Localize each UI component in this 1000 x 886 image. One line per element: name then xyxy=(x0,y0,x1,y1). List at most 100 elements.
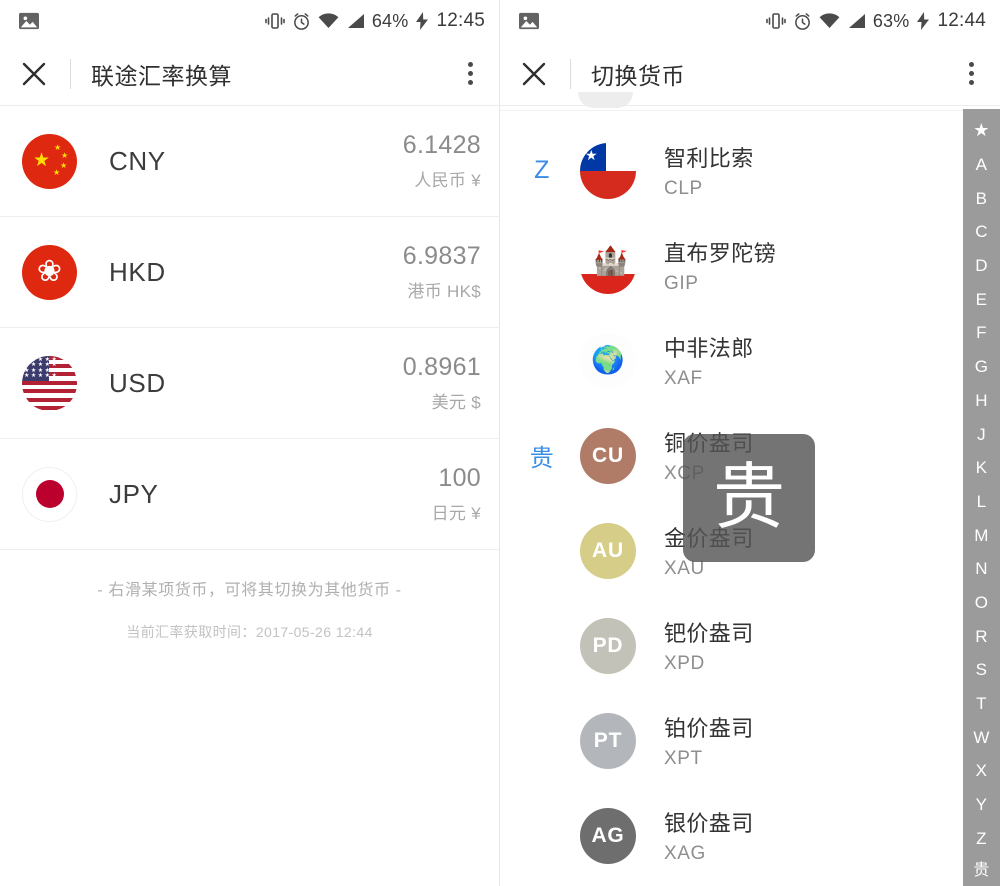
index-item-r[interactable]: R xyxy=(963,628,1000,645)
panel-currency-picker: 63% 12:44 切换货币 Z ★ 智利比索 CLP 🏰 直布罗陀镑 GIP … xyxy=(500,0,1000,886)
currency-name: 美元 $ xyxy=(431,392,481,412)
avatar-initials: PT xyxy=(593,728,623,752)
alarm-icon xyxy=(793,12,812,31)
index-item-star[interactable]: ★ xyxy=(963,121,1000,139)
rate-value: 0.8961 xyxy=(402,353,481,382)
section-toast-overlay: 贵 xyxy=(683,434,815,562)
index-item-z[interactable]: Z xyxy=(963,830,1000,847)
flag-hk-icon: ❀ xyxy=(22,244,77,300)
avatar-au: AU xyxy=(580,522,636,579)
appbar-divider xyxy=(570,58,571,89)
page-title-left: 联途汇率换算 xyxy=(91,62,232,89)
index-item-k[interactable]: K xyxy=(963,459,1000,476)
avatar-cu: CU xyxy=(580,427,636,484)
currency-code: XPD xyxy=(664,653,705,674)
list-item[interactable]: 🏰 直布罗陀镑 GIP xyxy=(500,218,1000,313)
currency-name: 银价盎司 xyxy=(664,811,754,836)
charging-bolt-icon xyxy=(415,12,429,30)
appbar-divider xyxy=(70,58,71,89)
section-header-letter: Z xyxy=(534,156,550,184)
table-row[interactable]: ★ ★ ★ ★ ★ CNY 6.1428 人民币 ¥ xyxy=(0,106,499,217)
currency-code: XPT xyxy=(664,748,703,769)
index-item-j[interactable]: J xyxy=(963,426,1000,443)
index-item-d[interactable]: D xyxy=(963,257,1000,274)
currency-name: 钯价盎司 xyxy=(664,621,754,646)
alphabet-index-bar[interactable]: ★ A B C D E F G H J K L M N O R S T W X xyxy=(963,109,1000,886)
list-item[interactable]: Z ★ 智利比索 CLP xyxy=(500,123,1000,218)
currency-name: 铂价盎司 xyxy=(664,716,754,741)
wifi-icon xyxy=(318,13,339,29)
currency-name: 中非法郎 xyxy=(664,336,754,361)
index-item-n[interactable]: N xyxy=(963,560,1000,577)
currency-code: XAG xyxy=(664,843,706,864)
image-notification-icon xyxy=(518,11,540,31)
currency-name: 人民币 ¥ xyxy=(414,170,481,190)
index-item-s[interactable]: S xyxy=(963,661,1000,678)
page-title-right: 切换货币 xyxy=(591,62,685,89)
section-header-letter: 贵 xyxy=(529,445,555,472)
table-row[interactable]: ★★★★★ ★★★★★ ★★★★★ ★★★★★ USD 0.8961 美元 $ xyxy=(0,328,499,439)
app-bar-right: 切换货币 xyxy=(500,42,1000,106)
currency-name: 港币 HK$ xyxy=(407,281,481,301)
index-item-h[interactable]: H xyxy=(963,392,1000,409)
flag-gi-icon: 🏰 xyxy=(580,237,636,294)
rate-value: 100 xyxy=(438,464,481,493)
avatar-initials: AG xyxy=(591,823,625,847)
avatar-initials: CU xyxy=(592,443,624,467)
index-item-w[interactable]: W xyxy=(963,729,1000,746)
battery-percent-label: 63% xyxy=(872,10,910,31)
scrolled-partial-row xyxy=(500,92,1000,111)
rate-value: 6.9837 xyxy=(402,242,481,271)
list-item[interactable]: AG 银价盎司 XAG xyxy=(500,788,1000,883)
wifi-icon xyxy=(819,13,840,29)
overflow-menu-icon[interactable] xyxy=(458,54,483,93)
rate-value: 6.1428 xyxy=(402,131,481,160)
currency-code: XAF xyxy=(664,368,703,389)
avatar-initials: PD xyxy=(592,633,624,657)
close-icon[interactable] xyxy=(20,60,48,88)
flag-us-icon: ★★★★★ ★★★★★ ★★★★★ ★★★★★ xyxy=(22,355,77,411)
avatar-pt: PT xyxy=(580,712,636,769)
index-item-x[interactable]: X xyxy=(963,762,1000,779)
currency-code: USD xyxy=(109,367,166,398)
avatar-ag: AG xyxy=(580,807,636,864)
alarm-icon xyxy=(292,12,311,31)
list-item[interactable]: PT 铂价盎司 XPT xyxy=(500,693,1000,788)
index-item-c[interactable]: C xyxy=(963,223,1000,240)
close-icon[interactable] xyxy=(520,60,548,88)
currency-picker-list[interactable]: Z ★ 智利比索 CLP 🏰 直布罗陀镑 GIP 🌍 中非法郎 XAF 贵 CU… xyxy=(500,92,1000,886)
list-item[interactable]: PD 钯价盎司 XPD xyxy=(500,598,1000,693)
currency-name: 智利比索 xyxy=(664,146,754,171)
avatar-pd: PD xyxy=(580,617,636,674)
vibrate-icon xyxy=(766,12,786,30)
table-row[interactable]: ❀ HKD 6.9837 港币 HK$ xyxy=(0,217,499,328)
index-item-y[interactable]: Y xyxy=(963,796,1000,813)
flag-cn-icon: ★ ★ ★ ★ ★ xyxy=(22,133,77,189)
list-item[interactable]: 🌍 中非法郎 XAF xyxy=(500,313,1000,408)
index-item-t[interactable]: T xyxy=(963,695,1000,712)
index-item-l[interactable]: L xyxy=(963,493,1000,510)
index-item-g[interactable]: G xyxy=(963,358,1000,375)
overflow-menu-icon[interactable] xyxy=(959,54,984,93)
table-row[interactable]: JPY 100 日元 ¥ xyxy=(0,439,499,550)
exchange-rate-list: ★ ★ ★ ★ ★ CNY 6.1428 人民币 ¥ ❀ HKD 6.9837 … xyxy=(0,106,499,550)
status-bar-left: 64% 12:45 xyxy=(0,0,499,42)
index-item-f[interactable]: F xyxy=(963,324,1000,341)
currency-name: 日元 ¥ xyxy=(431,503,481,523)
index-item-gui[interactable]: 贵 xyxy=(963,863,1000,879)
swipe-hint-label: - 右滑某项货币，可将其切换为其他货币 - xyxy=(97,582,402,599)
flag-cl-icon: ★ xyxy=(580,142,636,199)
index-item-a[interactable]: A xyxy=(963,156,1000,173)
charging-bolt-icon xyxy=(916,12,930,30)
index-item-o[interactable]: O xyxy=(963,594,1000,611)
dual-screenshot: 64% 12:45 联途汇率换算 ★ ★ ★ ★ ★ CNY 6.1428 人民… xyxy=(0,0,1000,886)
index-item-m[interactable]: M xyxy=(963,527,1000,544)
index-item-b[interactable]: B xyxy=(963,190,1000,207)
rate-timestamp-label: 当前汇率获取时间：2017-05-26 12:44 xyxy=(126,624,373,640)
status-bar-right: 63% 12:44 xyxy=(500,0,1000,42)
clock-label-right: 12:44 xyxy=(937,10,986,31)
index-item-e[interactable]: E xyxy=(963,291,1000,308)
image-notification-icon xyxy=(18,11,40,31)
currency-code: JPY xyxy=(109,478,159,509)
currency-code: GIP xyxy=(664,273,699,294)
